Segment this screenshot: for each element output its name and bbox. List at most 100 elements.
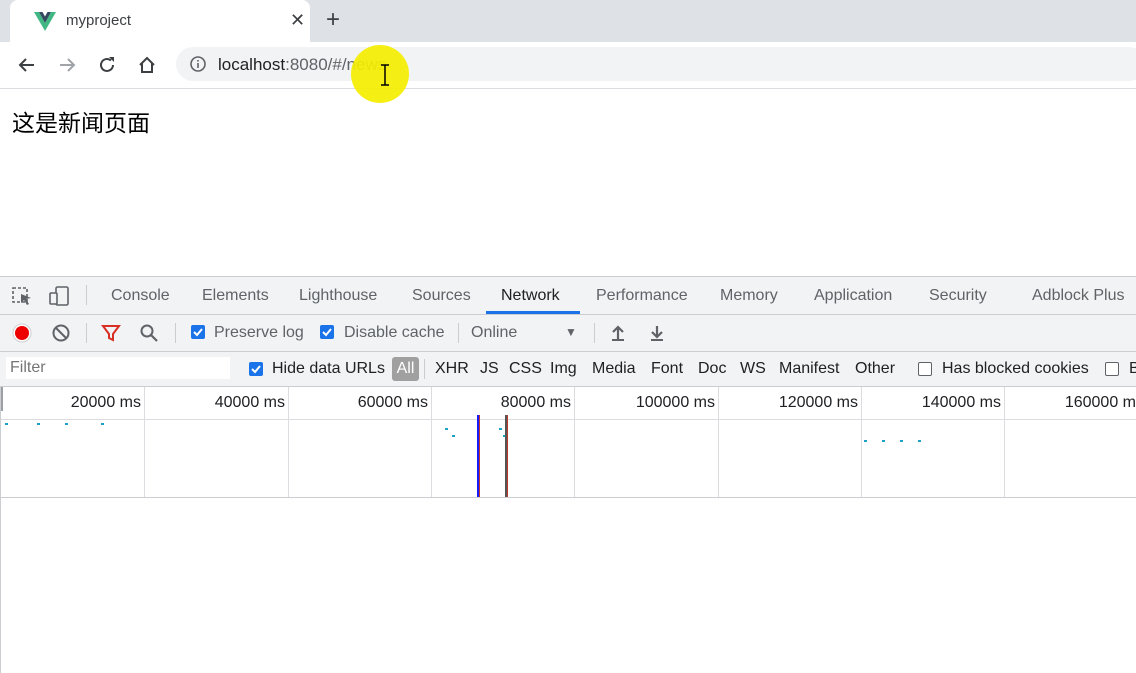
network-toolbar: Preserve log Disable cache Online ▼ [0,315,1136,352]
filter-bar: Hide data URLs All XHR JS CSS Img Media … [0,352,1136,387]
request-bar [900,440,903,442]
request-bar [445,428,448,430]
forward-arrow-icon [60,58,76,72]
tab-memory[interactable]: Memory [720,287,778,305]
record-icon[interactable] [12,323,32,343]
disable-cache-label[interactable]: Disable cache [344,324,445,342]
network-overview-timeline[interactable]: 20000 ms 40000 ms 60000 ms 80000 ms 100000 m… [0,387,1136,498]
type-filter-xhr[interactable]: XHR [435,360,469,378]
type-filter-all[interactable]: All [392,357,419,381]
checkmark-icon [193,328,203,337]
tab-elements[interactable]: Elements [202,287,269,305]
export-har-icon[interactable] [647,323,667,343]
new-tab-button[interactable]: + [326,8,340,32]
divider [424,359,425,379]
type-filter-manifest[interactable]: Manifest [779,360,839,378]
close-tab-icon[interactable]: ✕ [290,10,305,30]
request-bar [918,440,921,442]
info-icon[interactable] [190,56,206,72]
browser-toolbar: localhost:8080/#/news [0,42,1136,89]
device-toolbar-icon[interactable] [48,286,70,306]
tab-adblock-plus[interactable]: Adblock Plus [1032,287,1125,305]
active-tab-indicator [486,311,580,314]
disable-cache-checkbox[interactable] [320,325,334,339]
timeline-tick-label: 160000 ms [1064,394,1136,411]
timeline-tick-label: 60000 ms [357,394,428,411]
tab-strip: myproject ✕ + [0,0,1136,42]
back-button[interactable] [14,52,40,78]
reload-icon [100,57,114,72]
type-filter-ws[interactable]: WS [740,360,766,378]
tab-console[interactable]: Console [111,287,170,305]
page-heading: 这是新闻页面 [12,111,150,137]
request-bar [65,423,68,425]
tab-sources[interactable]: Sources [412,287,471,305]
divider [86,285,87,305]
has-blocked-cookies-label[interactable]: Has blocked cookies [942,360,1089,378]
request-bar [499,428,502,430]
load-event-marker [479,415,480,497]
devtools-tab-bar: Console Elements Lighthouse Sources Netw… [0,277,1136,315]
filter-input[interactable] [6,357,230,379]
address-bar[interactable]: localhost:8080/#/news [176,47,1136,81]
tab-performance[interactable]: Performance [596,287,688,305]
browser-tab[interactable]: myproject ✕ [10,0,310,42]
timeline-tick-label: 80000 ms [500,394,571,411]
type-filter-font[interactable]: Font [651,360,683,378]
tab-lighthouse[interactable]: Lighthouse [299,287,377,305]
inspect-element-icon[interactable] [11,286,33,306]
timeline-tick-label: 40000 ms [214,394,285,411]
back-arrow-icon [18,58,34,72]
timeline-grid-line [718,387,719,497]
clear-icon[interactable] [51,323,71,343]
type-filter-media[interactable]: Media [592,360,636,378]
timeline-tick-label: 20000 ms [70,394,141,411]
request-bar [864,440,867,442]
forward-button[interactable] [54,52,80,78]
text-cursor-icon [381,64,389,86]
chevron-down-icon[interactable]: ▼ [565,325,577,339]
search-icon[interactable] [139,323,159,343]
timeline-grid-line [574,387,575,497]
checkmark-icon [322,328,332,337]
hide-data-urls-label[interactable]: Hide data URLs [272,360,385,378]
request-bar [882,440,885,442]
vue-logo-icon [34,12,56,31]
preserve-log-label[interactable]: Preserve log [214,324,304,342]
preserve-log-checkbox[interactable] [191,325,205,339]
type-filter-img[interactable]: Img [550,360,577,378]
blocked-requests-checkbox[interactable] [1105,362,1119,376]
home-button[interactable] [134,52,160,78]
blocked-requests-label[interactable]: B [1129,360,1136,378]
tab-security[interactable]: Security [929,287,987,305]
divider [86,323,87,343]
home-icon [139,56,155,73]
type-filter-js[interactable]: JS [480,360,499,378]
tab-application[interactable]: Application [814,287,892,305]
filter-icon[interactable] [101,323,121,343]
hide-data-urls-checkbox[interactable] [249,362,263,376]
devtools-panel: Console Elements Lighthouse Sources Netw… [0,276,1136,673]
request-bar [37,423,40,425]
type-filter-other[interactable]: Other [855,360,895,378]
request-bar [101,423,104,425]
divider [594,323,595,343]
url-host: localhost [218,55,286,74]
divider [175,323,176,343]
reload-button[interactable] [94,52,120,78]
timeline-grid-line [431,387,432,497]
load-event-marker [507,415,508,497]
type-filter-css[interactable]: CSS [509,360,542,378]
checkmark-icon [251,365,261,374]
tab-network[interactable]: Network [501,287,560,305]
tab-title: myproject [66,12,132,29]
timeline-grid-line [144,387,145,497]
request-bar [452,435,455,437]
throttling-select[interactable]: Online [471,324,517,342]
import-har-icon[interactable] [608,323,628,343]
timeline-header-divider [0,419,1136,420]
timeline-tick-label: 120000 ms [778,394,858,411]
request-bar [5,423,8,425]
type-filter-doc[interactable]: Doc [698,360,726,378]
has-blocked-cookies-checkbox[interactable] [918,362,932,376]
